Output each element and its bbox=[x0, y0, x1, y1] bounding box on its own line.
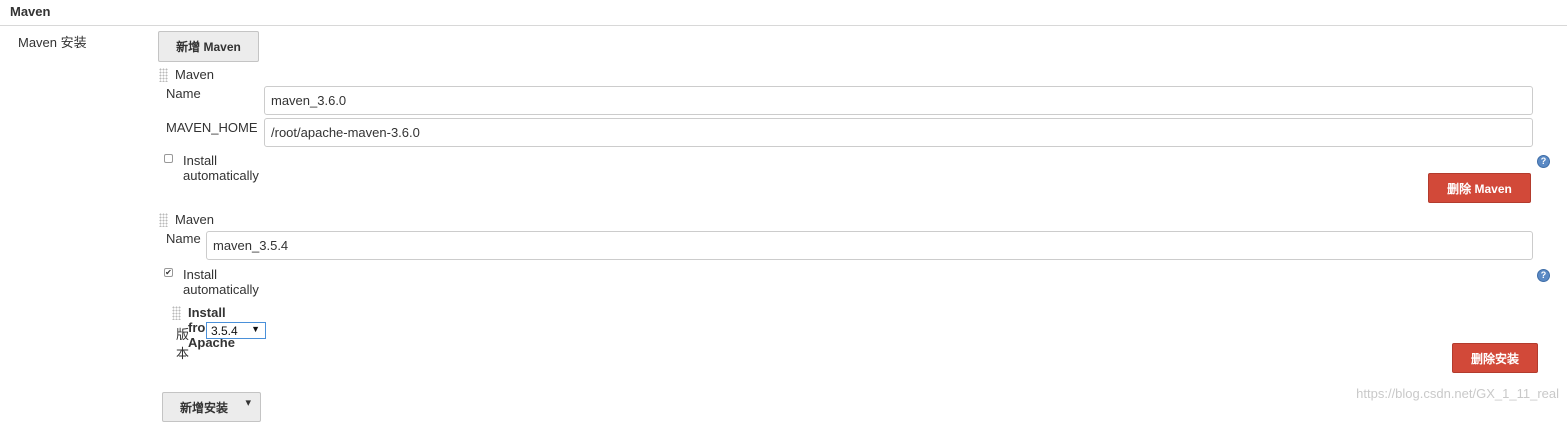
add-installation-label: 新增安装 bbox=[180, 400, 229, 415]
caret-down-icon: ▾ bbox=[245, 397, 251, 409]
delete-install-button[interactable]: 删除安装 bbox=[1452, 343, 1538, 373]
add-installation-button[interactable]: 新增安装 ▾ bbox=[162, 392, 261, 422]
drag-handle-icon[interactable] bbox=[159, 68, 168, 82]
watermark: https://blog.csdn.net/GX_1_11_real bbox=[1356, 386, 1559, 401]
version-select-value: 3.5.4 bbox=[211, 323, 238, 338]
installation-header: Maven bbox=[175, 212, 215, 227]
maven-home-label: MAVEN_HOME bbox=[166, 120, 258, 135]
chevron-down-icon: ▼ bbox=[251, 324, 260, 334]
drag-handle-icon[interactable] bbox=[172, 306, 181, 320]
name-label: Name bbox=[166, 86, 201, 101]
install-automatically-label: Install automatically bbox=[183, 153, 259, 183]
version-select[interactable]: 3.5.4 ▼ bbox=[206, 322, 266, 339]
name-input[interactable] bbox=[264, 86, 1533, 115]
version-label: 版本 bbox=[176, 327, 190, 361]
name-label: Name bbox=[166, 231, 201, 246]
section-divider bbox=[0, 25, 1567, 26]
maven-home-input[interactable] bbox=[264, 118, 1533, 147]
section-title: Maven bbox=[10, 4, 51, 19]
install-automatically-label: Install automatically bbox=[183, 267, 259, 297]
help-icon[interactable]: ? bbox=[1537, 269, 1550, 282]
delete-maven-button[interactable]: 删除 Maven bbox=[1428, 173, 1531, 203]
add-maven-button[interactable]: 新增 Maven bbox=[158, 31, 259, 62]
help-icon[interactable]: ? bbox=[1537, 155, 1550, 168]
maven-installations-label: Maven 安装 bbox=[18, 35, 87, 50]
drag-handle-icon[interactable] bbox=[159, 213, 168, 227]
name-input[interactable] bbox=[206, 231, 1533, 260]
installation-header: Maven bbox=[175, 67, 215, 82]
install-automatically-checkbox[interactable]: ✔ bbox=[164, 268, 173, 277]
install-automatically-checkbox[interactable] bbox=[164, 154, 173, 163]
